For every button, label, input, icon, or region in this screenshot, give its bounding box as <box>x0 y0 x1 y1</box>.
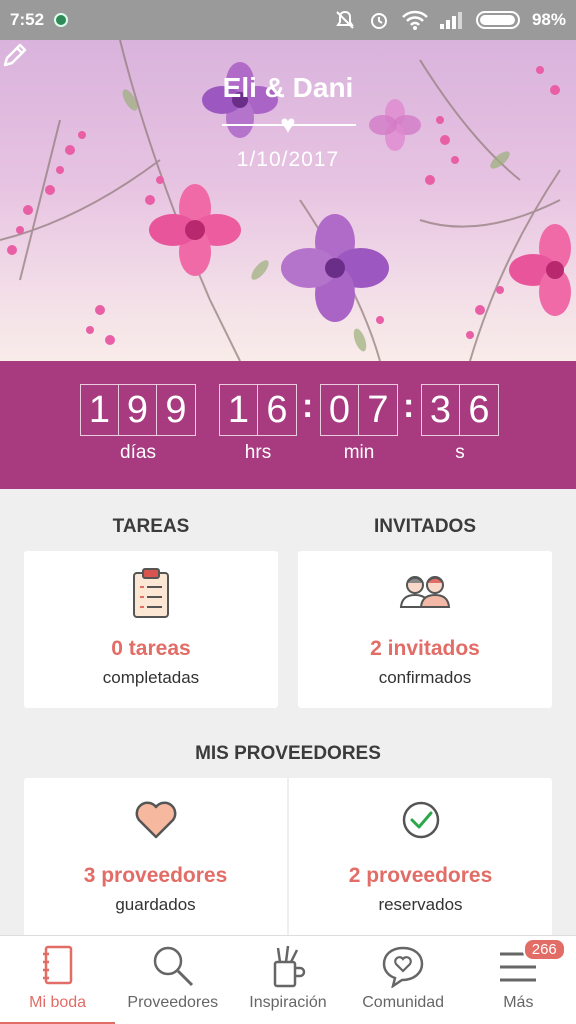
status-time: 7:52 <box>10 10 45 29</box>
check-circle-icon <box>402 801 439 839</box>
seconds-label: s <box>455 442 465 463</box>
hours-counter: 1 6 <box>219 384 297 436</box>
booked-vendors-caption: reservados <box>378 895 463 914</box>
battery-icon <box>475 11 520 29</box>
nav-label: Comunidad <box>362 994 445 1011</box>
notebook-icon <box>42 945 72 985</box>
nav-mas[interactable]: 266 Más <box>461 936 576 1024</box>
tasks-title: TAREAS <box>112 516 190 537</box>
header-banner: Eli & Dani ♥ 1/10/2017 <box>0 40 576 361</box>
bell-off-icon <box>336 10 354 29</box>
guests-count: 2 invitados <box>370 637 480 660</box>
nav-label: Inspiración <box>249 994 327 1011</box>
edit-pencil-icon[interactable] <box>0 40 30 70</box>
nav-comunidad[interactable]: Comunidad <box>346 936 461 1024</box>
booked-vendors-count: 2 proveedores <box>348 864 493 887</box>
minutes-digit: 0 <box>321 385 359 435</box>
time-separator: : <box>403 387 415 425</box>
saved-vendors-caption: guardados <box>115 895 196 914</box>
tasks-count: 0 tareas <box>111 637 191 660</box>
nav-label: Más <box>503 994 534 1011</box>
pencil-cup-icon <box>273 945 306 988</box>
guests-caption: confirmados <box>378 668 472 687</box>
search-icon <box>153 946 193 987</box>
countdown-panel: 1 9 9 1 6 : 0 7 : 3 6 días hrs min s <box>0 361 576 489</box>
minutes-counter: 0 7 <box>320 384 398 436</box>
seconds-digit: 6 <box>468 389 490 431</box>
seconds-counter: 3 6 <box>421 384 499 436</box>
alarm-icon <box>370 13 387 29</box>
time-separator: : <box>302 387 314 425</box>
guests-title: INVITADOS <box>373 516 477 537</box>
couple-names: Eli & Dani <box>222 72 354 103</box>
minutes-label: min <box>343 442 375 463</box>
heart-icon: ♥ <box>280 109 296 139</box>
nav-mi-boda[interactable]: Mi boda <box>0 936 116 1024</box>
status-bar: 7:52 98% <box>0 0 576 40</box>
wifi-icon <box>402 10 428 30</box>
saved-vendors-count: 3 proveedores <box>83 864 228 887</box>
nav-proveedores[interactable]: Proveedores <box>115 936 230 1024</box>
hours-digit: 1 <box>220 385 258 435</box>
days-digit: 9 <box>165 389 187 431</box>
saved-vendors-card[interactable]: 3 proveedores guardados <box>24 778 287 935</box>
days-counter: 1 9 9 <box>80 384 196 436</box>
nav-inspiracion[interactable]: Inspiración <box>230 936 345 1024</box>
booked-vendors-card[interactable]: 2 proveedores reservados <box>289 778 552 935</box>
days-label: días <box>120 442 156 463</box>
tasks-card[interactable]: 0 tareas completadas <box>24 551 278 708</box>
guests-icon <box>399 576 451 608</box>
minutes-digit: 7 <box>367 389 389 431</box>
guests-card[interactable]: 2 invitados confirmados <box>298 551 552 708</box>
tasks-caption: completadas <box>102 668 200 687</box>
days-digit: 1 <box>81 385 119 435</box>
notification-badge: 266 <box>522 938 566 961</box>
seconds-digit: 3 <box>422 385 460 435</box>
signal-icon <box>439 12 462 29</box>
clipboard-icon <box>133 568 169 618</box>
hours-digit: 6 <box>266 389 288 431</box>
days-digit: 9 <box>119 385 157 435</box>
nav-label: Mi boda <box>29 994 87 1011</box>
vendors-title: MIS PROVEEDORES <box>195 743 381 764</box>
hours-label: hrs <box>244 442 272 463</box>
wedding-date: 1/10/2017 <box>236 148 340 171</box>
bottom-navigation: Mi boda Proveedores Inspiración Comunida… <box>0 935 576 1024</box>
heart-icon <box>135 801 176 839</box>
nav-label: Proveedores <box>127 994 219 1011</box>
chat-heart-icon <box>382 946 424 988</box>
battery-level: 98% <box>531 10 566 29</box>
notification-app-icon <box>54 13 69 27</box>
